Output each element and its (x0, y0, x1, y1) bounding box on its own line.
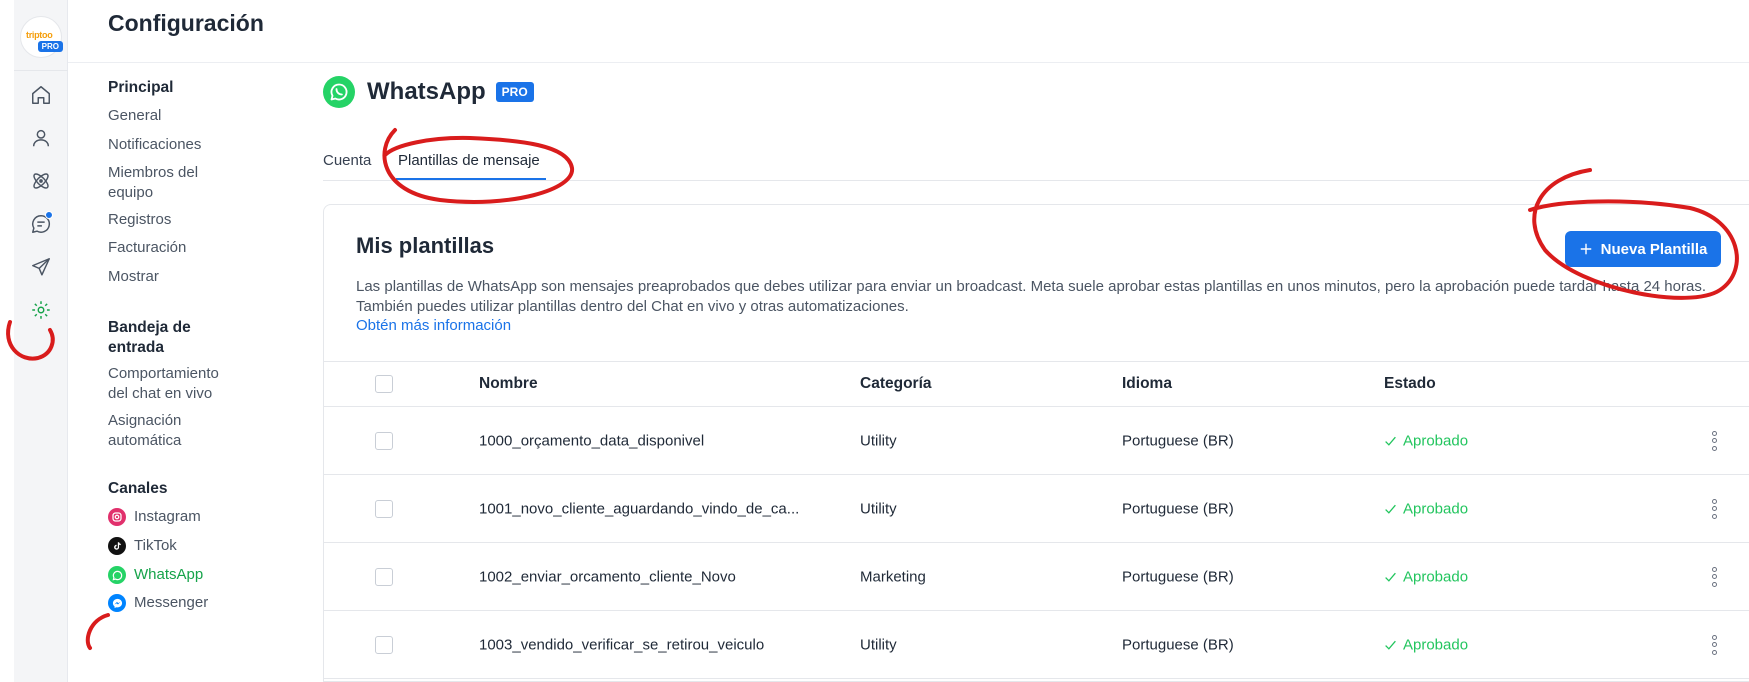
whatsapp-icon (108, 566, 126, 584)
header-nombre[interactable]: Nombre (479, 375, 538, 393)
template-category: Utility (860, 432, 897, 449)
row-checkbox[interactable] (375, 431, 393, 450)
nav-messenger-label: Messenger (134, 594, 209, 611)
instagram-icon (108, 508, 126, 526)
logo-text: triptoo (26, 30, 53, 40)
section-canales: Canales (108, 480, 168, 497)
nav-registros[interactable]: Registros (108, 210, 171, 230)
template-name: 1002_enviar_orcamento_cliente_Novo (479, 568, 736, 585)
template-language: Portuguese (BR) (1122, 636, 1234, 653)
tab-bar: Cuenta Plantillas de mensaje (323, 150, 1749, 181)
messenger-icon (108, 594, 126, 612)
whatsapp-annotation-mark (85, 613, 110, 650)
row-checkbox[interactable] (375, 635, 393, 654)
table-row[interactable]: 1000_orçamento_data_disponivel Utility P… (324, 407, 1749, 475)
icon-sidebar: triptoo PRO (14, 0, 68, 682)
atom-icon[interactable] (26, 166, 56, 196)
header-categoria[interactable]: Categoría (860, 375, 932, 393)
nav-general[interactable]: General (108, 106, 161, 126)
whatsapp-logo-icon (323, 76, 355, 108)
whatsapp-title: WhatsApp (367, 78, 486, 105)
left-rail (0, 0, 14, 682)
table-row[interactable]: 1001_novo_cliente_aguardando_vindo_de_ca… (324, 475, 1749, 543)
header-estado[interactable]: Estado (1384, 375, 1436, 393)
status-label: Aprobado (1403, 432, 1469, 449)
pro-badge: PRO (495, 82, 534, 102)
template-language: Portuguese (BR) (1122, 568, 1234, 585)
nav-mostrar[interactable]: Mostrar (108, 267, 159, 287)
templates-title: Mis plantillas (356, 233, 495, 258)
nav-whatsapp-label: WhatsApp (134, 566, 204, 583)
table-header: Nombre Categoría Idioma Estado (324, 361, 1749, 407)
new-template-button[interactable]: Nueva Plantilla (1565, 231, 1721, 267)
user-icon[interactable] (26, 123, 56, 153)
check-icon (1385, 572, 1396, 582)
status-label: Aprobado (1403, 636, 1469, 653)
template-status: Aprobado (1384, 500, 1468, 517)
row-menu-icon[interactable] (1710, 566, 1718, 587)
templates-card: Mis plantillas Nueva Plantilla Las plant… (323, 204, 1749, 682)
template-language: Portuguese (BR) (1122, 500, 1234, 517)
tab-cuenta[interactable]: Cuenta (323, 152, 371, 169)
row-checkbox[interactable] (375, 567, 393, 586)
nav-messenger[interactable]: Messenger (108, 593, 208, 613)
home-icon[interactable] (26, 80, 56, 110)
nav-tiktok[interactable]: TikTok (108, 536, 177, 556)
template-name: 1000_orçamento_data_disponivel (479, 432, 705, 449)
page-title: Configuración (108, 10, 264, 36)
template-status: Aprobado (1384, 636, 1468, 653)
nav-instagram[interactable]: Instagram (108, 507, 201, 527)
check-icon (1385, 436, 1396, 446)
nav-comportamiento[interactable]: Comportamiento del chat en vivo (108, 364, 238, 404)
logo-pro-badge: PRO (37, 41, 63, 52)
template-category: Utility (860, 500, 897, 517)
section-principal: Principal (108, 79, 174, 96)
template-category: Marketing (860, 568, 926, 585)
nav-whatsapp[interactable]: WhatsApp (108, 565, 203, 585)
nav-tiktok-label: TikTok (134, 537, 177, 554)
status-label: Aprobado (1403, 500, 1469, 517)
nav-instagram-label: Instagram (134, 508, 201, 525)
template-status: Aprobado (1384, 568, 1468, 585)
row-menu-icon[interactable] (1710, 634, 1718, 655)
section-bandeja: Bandeja de entrada (108, 319, 191, 356)
select-all-checkbox[interactable] (375, 375, 393, 393)
tiktok-icon (108, 537, 126, 555)
tab-plantillas[interactable]: Plantillas de mensaje (398, 152, 540, 169)
template-category: Utility (860, 636, 897, 653)
check-icon (1385, 640, 1396, 650)
template-name: 1003_vendido_verificar_se_retirou_veicul… (479, 636, 765, 653)
new-template-label: Nueva Plantilla (1600, 240, 1708, 258)
app-logo[interactable]: triptoo PRO (20, 16, 63, 58)
nav-notificaciones[interactable]: Notificaciones (108, 135, 201, 155)
table-row[interactable]: 1002_enviar_orcamento_cliente_Novo Marke… (324, 543, 1749, 611)
status-label: Aprobado (1403, 568, 1469, 585)
settings-icon[interactable] (26, 295, 56, 325)
row-menu-icon[interactable] (1710, 430, 1718, 451)
active-tab-indicator (396, 178, 546, 180)
nav-facturacion[interactable]: Facturación (108, 238, 186, 258)
template-language: Portuguese (BR) (1122, 432, 1234, 449)
learn-more-link[interactable]: Obtén más información (356, 317, 511, 334)
template-status: Aprobado (1384, 432, 1468, 449)
table-row[interactable]: 1003_vendido_verificar_se_retirou_veicul… (324, 611, 1749, 679)
send-icon[interactable] (26, 252, 56, 282)
header-divider (68, 62, 1749, 63)
whatsapp-header: WhatsApp PRO (323, 76, 534, 108)
nav-asignacion[interactable]: Asignación automática (108, 411, 218, 451)
chat-icon[interactable] (26, 209, 56, 239)
row-checkbox[interactable] (375, 499, 393, 518)
nav-miembros[interactable]: Miembros del equipo (108, 163, 218, 203)
templates-description: Las plantillas de WhatsApp son mensajes … (356, 278, 1706, 315)
notification-dot (45, 211, 53, 219)
logo-divider (14, 70, 68, 71)
header-idioma[interactable]: Idioma (1122, 375, 1172, 393)
plus-icon (1580, 243, 1591, 255)
row-menu-icon[interactable] (1710, 498, 1718, 519)
check-icon (1385, 504, 1396, 514)
template-name: 1001_novo_cliente_aguardando_vindo_de_ca… (479, 500, 800, 517)
